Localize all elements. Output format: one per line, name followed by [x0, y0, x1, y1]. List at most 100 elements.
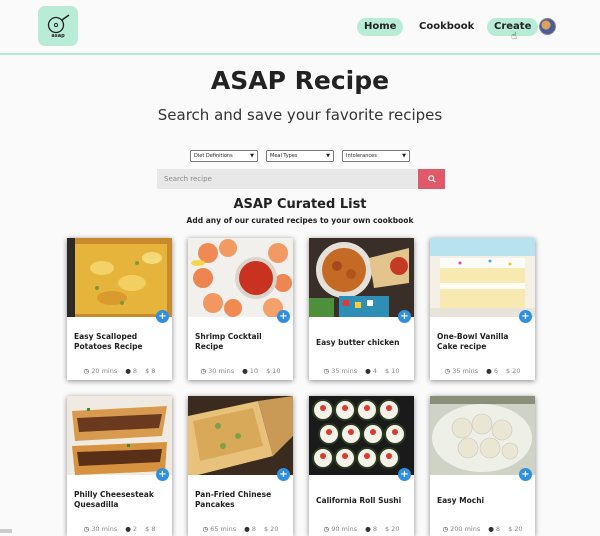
recipe-meta: ◷ 200 mins ● 8 $ 20 — [430, 525, 535, 533]
recipe-card[interactable]: + Easy butter chicken ◷ 35 mins ● 4 $ 10 — [309, 238, 414, 380]
horizontal-scrollbar[interactable] — [0, 529, 12, 533]
recipe-meta: ◷ 30 mins ● 2 $ 8 — [67, 525, 172, 533]
clock-icon: ◷ — [323, 367, 330, 375]
recipe-card[interactable]: + Pan-Fried Chinese Pancakes ◷ 65 mins ● 8… — [188, 396, 293, 536]
recipe-title: Easy butter chicken — [316, 338, 400, 347]
recipe-time: 90 mins — [331, 525, 358, 533]
recipe-meta: ◷ 65 mins ● 8 $ 20 — [188, 525, 293, 533]
logo-text: asap — [51, 32, 65, 39]
nav-cookbook-link[interactable]: Cookbook — [412, 18, 481, 36]
recipe-price: $ 10 — [384, 367, 400, 375]
clock-icon: ◷ — [83, 367, 90, 375]
pointer-cursor-icon: ☝ — [511, 31, 518, 42]
filter-bar: Diet Definitions ▼ Meal Types ▼ Intoleranc… — [0, 150, 600, 162]
search-bar — [157, 169, 445, 189]
recipe-meta: ◷ 20 mins ● 8 $ 8 — [67, 367, 172, 375]
search-input[interactable] — [157, 169, 418, 189]
chevron-down-icon: ▼ — [402, 153, 406, 159]
clock-icon: ◷ — [323, 525, 330, 533]
person-icon: ● — [486, 367, 492, 375]
recipe-title: Philly Cheesesteak Quesadilla — [74, 490, 154, 509]
add-to-cookbook-button[interactable]: + — [277, 310, 290, 323]
page-subtitle: Search and save your favorite recipes — [157, 106, 443, 124]
recipe-card[interactable]: + Shrimp Cocktail Recipe ◷ 30 mins ● 10 $ … — [188, 238, 293, 380]
recipe-servings: 8 — [251, 525, 256, 533]
navbar: asap Home Cookbook Create ☝ — [0, 0, 600, 55]
person-icon: ● — [365, 367, 371, 375]
recipe-time: 30 mins — [91, 525, 118, 533]
chevron-down-icon: ▼ — [326, 153, 330, 159]
filter-label: Meal Types — [270, 153, 298, 159]
recipe-servings: 8 — [132, 367, 138, 375]
recipe-card[interactable]: + Philly Cheesesteak Quesadilla ◷ 30 mins… — [67, 396, 172, 536]
recipe-image — [430, 238, 535, 317]
pan-icon — [47, 13, 70, 33]
recipe-price: $ 20 — [508, 525, 523, 533]
clock-icon: ◷ — [202, 525, 209, 533]
recipe-card[interactable]: + Easy Mochi ◷ 200 mins ● 8 $ 20 — [430, 396, 535, 536]
recipe-servings: 8 — [372, 525, 377, 533]
recipe-price: $ 20 — [384, 525, 400, 533]
person-icon: ● — [125, 367, 131, 375]
recipe-time: 200 mins — [450, 525, 481, 533]
page-title: ASAP Recipe — [210, 66, 390, 95]
recipe-title: Shrimp Cocktail Recipe — [195, 332, 262, 351]
person-icon: ● — [125, 525, 131, 533]
recipe-card[interactable]: + One-Bowl Vanilla Cake recipe ◷ 35 mins … — [430, 238, 535, 380]
add-to-cookbook-button[interactable]: + — [398, 468, 411, 481]
recipe-time: 35 mins — [331, 367, 358, 375]
recipe-meta: ◷ 35 mins ● 6 $ 20 — [430, 367, 535, 375]
recipe-time: 20 mins — [91, 367, 118, 375]
recipe-image — [67, 238, 172, 317]
add-to-cookbook-button[interactable]: + — [398, 310, 411, 323]
recipe-image — [430, 396, 535, 475]
recipe-price: $ 10 — [266, 367, 281, 375]
recipe-servings: 8 — [495, 525, 501, 533]
recipe-image — [309, 238, 414, 317]
recipe-servings: 6 — [493, 367, 498, 375]
recipe-price: $ 20 — [263, 525, 279, 533]
clock-icon: ◷ — [83, 525, 90, 533]
meal-types-select[interactable]: Meal Types ▼ — [266, 150, 334, 162]
curated-subtitle: Add any of our curated recipes to your o… — [186, 216, 414, 225]
curated-title: ASAP Curated List — [233, 197, 367, 212]
recipe-image — [188, 238, 293, 317]
chevron-down-icon: ▼ — [250, 153, 254, 159]
recipe-card[interactable]: + Easy Scalloped Potatoes Recipe ◷ 20 min… — [67, 238, 172, 380]
recipe-meta: ◷ 90 mins ● 8 $ 20 — [309, 525, 414, 533]
recipe-time: 30 mins — [208, 367, 235, 375]
recipe-meta: ◷ 35 mins ● 4 $ 10 — [309, 367, 414, 375]
recipe-title: California Roll Sushi — [316, 496, 402, 505]
add-to-cookbook-button[interactable]: + — [519, 468, 532, 481]
filter-label: Diet Definitions — [194, 153, 233, 159]
recipe-image — [188, 396, 293, 475]
clock-icon: ◷ — [442, 525, 449, 533]
recipe-time: 65 mins — [210, 525, 237, 533]
add-to-cookbook-button[interactable]: + — [277, 468, 290, 481]
recipe-card[interactable]: + California Roll Sushi ◷ 90 mins ● 8 $ 20 — [309, 396, 414, 536]
recipe-servings: 4 — [372, 367, 377, 375]
person-icon: ● — [242, 367, 248, 375]
nav-home-link[interactable]: Home — [357, 18, 404, 36]
recipe-servings: 10 — [249, 367, 259, 375]
avatar[interactable] — [539, 18, 556, 35]
recipe-title: Easy Mochi — [437, 496, 485, 505]
diet-definitions-select[interactable]: Diet Definitions ▼ — [190, 150, 258, 162]
person-icon: ● — [244, 525, 250, 533]
add-to-cookbook-button[interactable]: + — [519, 310, 532, 323]
intolerances-select[interactable]: Intolerances ▼ — [342, 150, 410, 162]
filter-label: Intolerances — [346, 153, 377, 159]
add-to-cookbook-button[interactable]: + — [156, 468, 169, 481]
person-icon: ● — [365, 525, 371, 533]
recipe-title: Pan-Fried Chinese Pancakes — [195, 490, 272, 509]
recipe-price: $ 8 — [145, 367, 156, 375]
recipe-servings: 2 — [132, 525, 138, 533]
recipe-meta: ◷ 30 mins ● 10 $ 10 — [188, 367, 293, 375]
add-to-cookbook-button[interactable]: + — [156, 310, 169, 323]
search-button[interactable] — [418, 169, 445, 189]
person-icon: ● — [488, 525, 494, 533]
logo[interactable]: asap — [38, 6, 78, 46]
recipe-title: One-Bowl Vanilla Cake recipe — [437, 332, 509, 351]
recipe-price: $ 20 — [505, 367, 521, 375]
recipe-time: 35 mins — [452, 367, 479, 375]
